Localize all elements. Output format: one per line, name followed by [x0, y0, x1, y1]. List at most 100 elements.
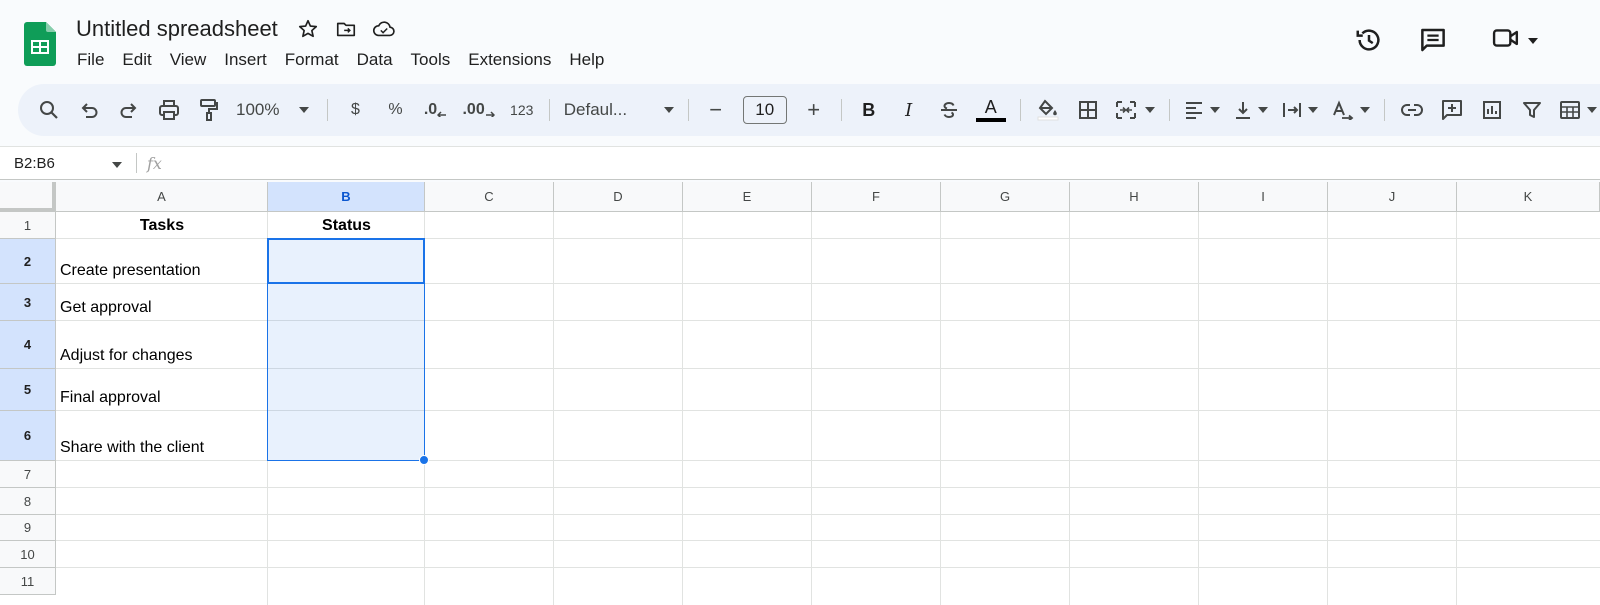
column-header-g[interactable]: G	[941, 182, 1070, 212]
decrease-decimal-button[interactable]: .0	[422, 94, 448, 126]
select-all-corner[interactable]	[0, 182, 56, 212]
insert-comment-icon[interactable]	[1439, 94, 1465, 126]
menu-insert[interactable]: Insert	[215, 50, 276, 70]
row-header-3[interactable]: 3	[0, 284, 56, 321]
more-formats-button[interactable]: 123	[509, 94, 535, 126]
chevron-down-icon	[663, 107, 674, 113]
text-color-button[interactable]: A	[975, 94, 1006, 126]
column-header-f[interactable]: F	[812, 182, 941, 212]
chevron-down-icon	[1359, 107, 1370, 113]
star-icon[interactable]	[296, 17, 320, 41]
toolbar-divider	[1019, 99, 1021, 121]
fx-icon: fx	[147, 153, 162, 173]
bold-button[interactable]: B	[856, 94, 882, 126]
font-size-input[interactable]: 10	[742, 96, 787, 124]
menu-format[interactable]: Format	[276, 50, 348, 70]
insert-chart-icon[interactable]	[1479, 94, 1505, 126]
menu-tools[interactable]: Tools	[402, 50, 460, 70]
menu-data[interactable]: Data	[348, 50, 402, 70]
cell-a4[interactable]: Adjust for changes	[56, 321, 267, 368]
strikethrough-icon[interactable]	[936, 94, 962, 126]
insert-link-icon[interactable]	[1399, 94, 1425, 126]
menu-view[interactable]: View	[161, 50, 216, 70]
functions-button[interactable]	[1559, 94, 1597, 126]
row-header-8[interactable]: 8	[0, 488, 56, 515]
zoom-select[interactable]: 100%	[236, 94, 310, 126]
menu-file[interactable]: File	[68, 50, 113, 70]
cloud-saved-icon[interactable]	[372, 17, 396, 41]
toolbar-divider	[327, 99, 329, 121]
menu-edit[interactable]: Edit	[113, 50, 160, 70]
grid-line	[1327, 212, 1328, 605]
arrow-right-icon	[485, 103, 495, 117]
text-rotation-button[interactable]	[1332, 94, 1370, 126]
fill-color-icon[interactable]	[1035, 94, 1061, 126]
text-wrapping-button[interactable]	[1282, 94, 1318, 126]
column-header-d[interactable]: D	[554, 182, 683, 212]
redo-icon[interactable]	[116, 94, 142, 126]
increase-decimal-label: .00	[462, 101, 485, 118]
toolbar-divider	[1383, 99, 1385, 121]
cell-b1[interactable]: Status	[268, 212, 425, 239]
row-header-9[interactable]: 9	[0, 515, 56, 541]
print-icon[interactable]	[156, 94, 182, 126]
column-header-a[interactable]: A	[56, 182, 268, 212]
font-select[interactable]: Defaul...	[564, 94, 674, 126]
search-icon[interactable]	[36, 94, 62, 126]
cell-a6[interactable]: Share with the client	[56, 411, 267, 460]
formula-divider	[136, 153, 137, 173]
cell-a1[interactable]: Tasks	[56, 212, 268, 239]
column-header-e[interactable]: E	[683, 182, 812, 212]
borders-icon[interactable]	[1075, 94, 1101, 126]
column-header-k[interactable]: K	[1457, 182, 1600, 212]
active-cell-b2[interactable]	[267, 238, 425, 284]
version-history-icon[interactable]	[1352, 22, 1386, 58]
increase-font-size-button[interactable]: +	[801, 94, 827, 126]
name-box-value: B2:B6	[14, 154, 55, 172]
percent-format-button[interactable]: %	[382, 94, 408, 126]
column-header-j[interactable]: J	[1328, 182, 1457, 212]
merge-cells-button[interactable]	[1115, 94, 1155, 126]
column-header-h[interactable]: H	[1070, 182, 1199, 212]
toolbar-divider	[687, 99, 689, 121]
move-to-folder-icon[interactable]	[334, 17, 358, 41]
row-header-6[interactable]: 6	[0, 411, 56, 461]
horizontal-align-button[interactable]	[1184, 94, 1220, 126]
decrease-font-size-button[interactable]: −	[703, 94, 729, 126]
vertical-align-button[interactable]	[1234, 94, 1268, 126]
italic-button[interactable]: I	[896, 94, 922, 126]
grid-line	[56, 320, 1600, 321]
menu-extensions[interactable]: Extensions	[459, 50, 560, 70]
sheets-logo-icon[interactable]	[24, 22, 56, 66]
cell-a2[interactable]: Create presentation	[56, 239, 267, 283]
cell-a5[interactable]: Final approval	[56, 369, 267, 410]
undo-icon[interactable]	[76, 94, 102, 126]
currency-format-button[interactable]: $	[342, 94, 368, 126]
fill-handle[interactable]	[419, 455, 429, 465]
column-header-i[interactable]: I	[1199, 182, 1328, 212]
row-header-5[interactable]: 5	[0, 369, 56, 411]
grid-line	[56, 487, 1600, 488]
column-header-c[interactable]: C	[425, 182, 554, 212]
name-box[interactable]: B2:B6	[0, 155, 130, 172]
cell-a3[interactable]: Get approval	[56, 284, 267, 320]
column-header-b[interactable]: B	[268, 182, 425, 212]
zoom-value: 100%	[236, 100, 280, 119]
row-header-2[interactable]: 2	[0, 239, 56, 284]
formula-input[interactable]	[162, 147, 1600, 179]
comments-icon[interactable]	[1416, 22, 1450, 58]
formula-bar: B2:B6 fx	[0, 146, 1600, 180]
row-header-10[interactable]: 10	[0, 541, 56, 568]
document-title[interactable]: Untitled spreadsheet	[76, 16, 278, 42]
paint-format-icon[interactable]	[196, 94, 222, 126]
chevron-down-icon	[1307, 107, 1318, 113]
chevron-down-icon	[299, 107, 310, 113]
meet-button[interactable]	[1484, 22, 1544, 58]
menu-help[interactable]: Help	[560, 50, 613, 70]
increase-decimal-button[interactable]: .00	[462, 94, 495, 126]
row-header-11[interactable]: 11	[0, 568, 56, 595]
filter-icon[interactable]	[1519, 94, 1545, 126]
row-header-1[interactable]: 1	[0, 212, 56, 239]
row-header-4[interactable]: 4	[0, 321, 56, 369]
row-header-7[interactable]: 7	[0, 461, 56, 488]
